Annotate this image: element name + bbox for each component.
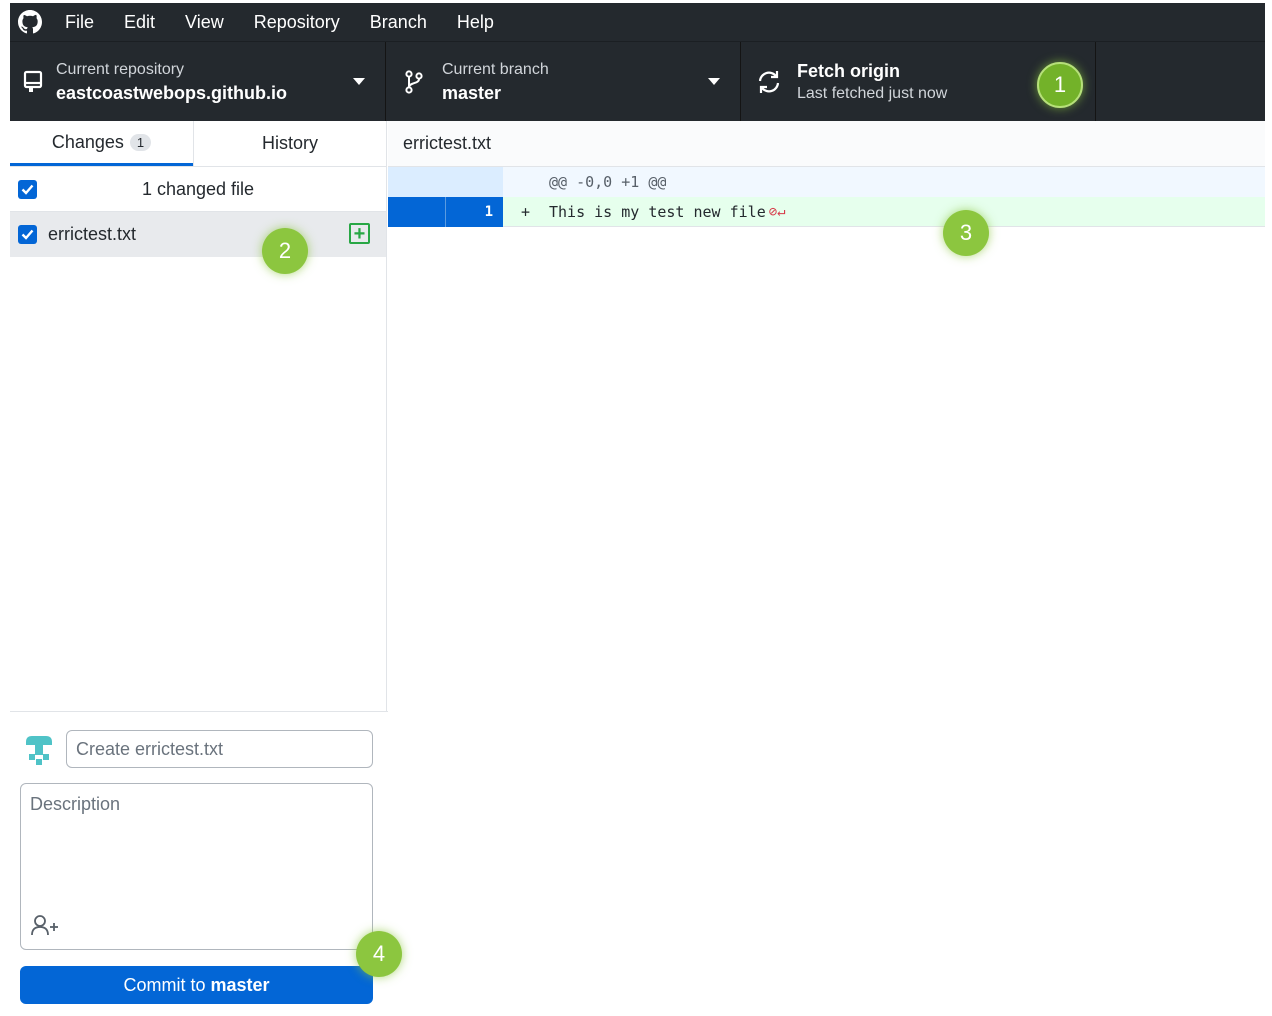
changes-count-badge: 1: [129, 133, 152, 151]
tab-history[interactable]: History: [193, 121, 386, 166]
file-added-icon: +: [349, 223, 370, 244]
changed-files-count: 1 changed file: [141, 178, 255, 199]
commit-button[interactable]: Commit to master: [20, 966, 373, 1004]
current-branch-label: Current branch: [442, 61, 549, 78]
commit-form: Commit to master: [10, 711, 388, 1016]
current-repository-button[interactable]: Current repository eastcoastwebops.githu…: [10, 42, 386, 122]
menu-view[interactable]: View: [170, 3, 239, 41]
avatar: [22, 732, 56, 766]
file-include-checkbox[interactable]: [18, 225, 37, 244]
tab-changes[interactable]: Changes 1: [10, 121, 193, 166]
callout-marker-2: 2: [262, 228, 308, 274]
current-branch-name: master: [442, 83, 502, 103]
commit-button-prefix: Commit to: [123, 974, 206, 995]
menu-bar: File Edit View Repository Branch Help: [10, 3, 1265, 41]
add-coauthor-icon[interactable]: [30, 913, 60, 939]
tab-history-label: History: [261, 133, 318, 153]
current-repository-label: Current repository: [56, 61, 185, 78]
diff-panel: errictest.txt @@ -0,0 +1 @@ 1 + This is …: [388, 121, 1265, 1016]
diff-add-marker: +: [521, 202, 531, 221]
tab-changes-label: Changes: [51, 131, 124, 152]
callout-marker-3: 3: [943, 210, 989, 256]
diff-line-added[interactable]: 1 + This is my test new file ⊘↵: [388, 196, 1265, 227]
new-line-number: 1: [446, 196, 503, 227]
diff-file-header: errictest.txt: [388, 121, 1265, 167]
commit-summary-input[interactable]: [66, 730, 373, 768]
hunk-gutter: [388, 167, 503, 197]
hunk-header-text: @@ -0,0 +1 @@: [549, 173, 667, 191]
last-fetched-status: Last fetched just now: [797, 85, 948, 102]
fetch-origin-label: Fetch origin: [797, 61, 900, 81]
menu-branch[interactable]: Branch: [355, 3, 442, 41]
old-line-number: [388, 196, 446, 227]
current-repository-name: eastcoastwebops.github.io: [56, 83, 288, 103]
commit-description-box: [20, 783, 373, 950]
menu-help[interactable]: Help: [442, 3, 509, 41]
current-branch-button[interactable]: Current branch master: [386, 42, 741, 122]
diff-hunk-header: @@ -0,0 +1 @@: [388, 167, 1265, 197]
menu-edit[interactable]: Edit: [109, 3, 170, 41]
commit-button-branch: master: [210, 974, 270, 995]
callout-marker-4: 4: [356, 931, 402, 977]
changes-sidebar: Changes 1 History 1 changed file erricte…: [10, 121, 388, 1016]
chevron-down-icon: [353, 78, 365, 85]
sidebar-tabs: Changes 1 History: [10, 121, 386, 167]
no-newline-icon: ⊘↵: [768, 203, 786, 220]
changed-files-header: 1 changed file: [10, 167, 386, 212]
chevron-down-icon: [708, 78, 720, 85]
github-desktop-window: File Edit View Repository Branch Help Cu…: [10, 3, 1265, 1016]
commit-description-input[interactable]: [21, 784, 372, 904]
list-item[interactable]: errictest.txt +: [10, 212, 386, 257]
callout-marker-1: 1: [1037, 62, 1083, 108]
menu-repository[interactable]: Repository: [239, 3, 355, 41]
github-logo-icon: [10, 3, 50, 41]
menu-file[interactable]: File: [50, 3, 109, 41]
repository-icon: [10, 70, 56, 94]
changed-file-name: errictest.txt: [48, 224, 137, 244]
branch-icon: [386, 69, 442, 95]
checkmark-icon: [21, 229, 34, 240]
sync-icon: [741, 69, 797, 95]
diff-line-text: This is my test new file: [549, 202, 766, 221]
